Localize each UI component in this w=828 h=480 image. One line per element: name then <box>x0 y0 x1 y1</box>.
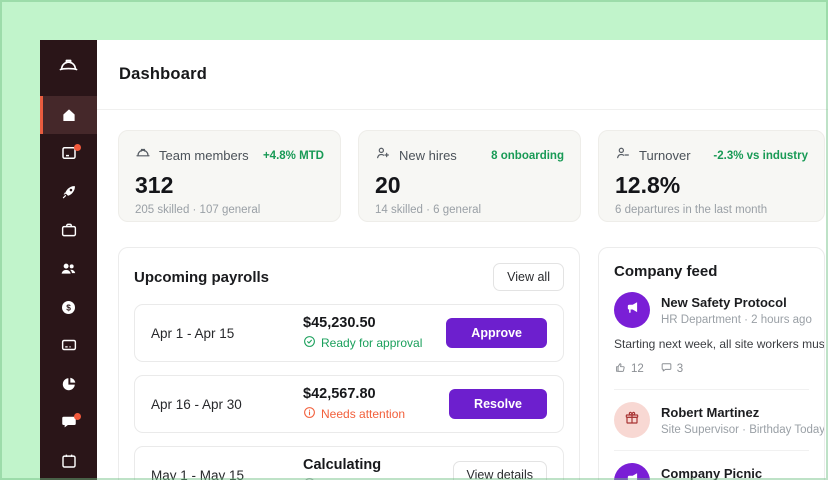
payroll-amount: $45,230.50 <box>303 315 446 331</box>
home-icon <box>60 106 78 124</box>
divider <box>614 389 809 390</box>
approve-button[interactable]: Approve <box>446 318 547 348</box>
payroll-period: Apr 1 - Apr 15 <box>151 326 303 341</box>
payrolls-title: Upcoming payrolls <box>134 269 269 286</box>
avatar <box>614 463 650 480</box>
sidebar-item-messages[interactable] <box>40 403 97 441</box>
sidebar-item-calendar[interactable] <box>40 442 97 480</box>
payroll-amount: $42,567.80 <box>303 386 449 402</box>
notification-dot <box>74 144 81 151</box>
stat-value: 312 <box>135 172 324 199</box>
stats-row: Team members +4.8% MTD 312 205 skilled ·… <box>118 130 828 222</box>
feed-item-meta: HR Department · 2 hours ago <box>661 314 812 326</box>
columns: Upcoming payrolls View all Apr 1 - Apr 1… <box>118 247 828 480</box>
avatar <box>614 292 650 328</box>
avatar <box>614 402 650 438</box>
stat-label: Team members <box>159 148 249 163</box>
gift-icon <box>624 410 640 431</box>
payroll-row: Apr 16 - Apr 30 $42,567.80 Needs attenti… <box>134 375 564 433</box>
thumbs-up-icon <box>614 361 627 377</box>
comment-icon <box>660 361 673 377</box>
sidebar-item-team[interactable] <box>40 249 97 287</box>
payroll-amount: Calculating <box>303 457 453 473</box>
alert-circle-icon <box>303 406 316 422</box>
sidebar-item-home[interactable] <box>40 96 97 134</box>
view-details-button[interactable]: View details <box>453 461 547 480</box>
like-button[interactable]: 12 <box>614 361 644 377</box>
divider <box>614 450 809 451</box>
app-logo[interactable] <box>40 40 97 96</box>
upcoming-payrolls-card: Upcoming payrolls View all Apr 1 - Apr 1… <box>118 247 580 480</box>
resolve-button[interactable]: Resolve <box>449 389 547 419</box>
page-header: Dashboard <box>97 40 828 110</box>
main-area: Dashboard Team members +4.8% MTD 312 205… <box>97 40 828 480</box>
app-window: $ Dashboard <box>40 40 828 480</box>
comment-button[interactable]: 3 <box>660 361 683 377</box>
feed-item[interactable]: Robert Martinez Site Supervisor · Birthd… <box>614 402 824 438</box>
sidebar-item-payroll[interactable]: $ <box>40 288 97 326</box>
stat-label: Turnover <box>639 148 691 163</box>
feed-item[interactable]: Company Picnic Events Committee · Next F… <box>614 463 824 480</box>
sidebar-item-reports[interactable] <box>40 365 97 403</box>
content: Team members +4.8% MTD 312 205 skilled ·… <box>97 110 828 480</box>
stat-sub: 6 departures in the last month <box>615 204 808 216</box>
briefcase-icon <box>60 221 78 239</box>
stat-badge: 8 onboarding <box>491 150 564 162</box>
stat-card-new-hires: New hires 8 onboarding 20 14 skilled · 6… <box>358 130 581 222</box>
stat-card-team-members: Team members +4.8% MTD 312 205 skilled ·… <box>118 130 341 222</box>
feed-item[interactable]: New Safety Protocol HR Department · 2 ho… <box>614 292 824 377</box>
users-icon <box>59 259 78 278</box>
check-circle-icon <box>303 335 316 351</box>
stat-sub: 14 skilled · 6 general <box>375 204 564 216</box>
stat-badge: -2.3% vs industry <box>713 150 808 162</box>
payroll-status: Ready for approval <box>303 335 446 351</box>
feed-item-body: Starting next week, all site workers mus… <box>614 337 824 351</box>
stat-sub: 205 skilled · 107 general <box>135 204 324 216</box>
view-all-button[interactable]: View all <box>493 263 564 291</box>
feed-item-title: Robert Martinez <box>661 402 825 420</box>
payroll-period: Apr 16 - Apr 30 <box>151 397 303 412</box>
dollar-coin-icon: $ <box>59 298 78 317</box>
stat-card-turnover: Turnover -2.3% vs industry 12.8% 6 depar… <box>598 130 825 222</box>
stat-label: New hires <box>399 148 457 163</box>
stat-value: 20 <box>375 172 564 199</box>
svg-text:$: $ <box>66 302 71 312</box>
user-minus-icon <box>615 145 631 166</box>
hard-hat-logo-icon <box>58 55 79 81</box>
rocket-icon <box>60 183 78 201</box>
payroll-status: Needs attention <box>303 406 449 422</box>
feed-item-title: Company Picnic <box>661 463 824 480</box>
user-plus-icon <box>375 145 391 166</box>
sidebar-item-launch[interactable] <box>40 173 97 211</box>
payroll-row: May 1 - May 15 Calculating In progress V… <box>134 446 564 480</box>
payroll-period: May 1 - May 15 <box>151 468 303 480</box>
feed-item-meta: Site Supervisor · Birthday Today <box>661 424 825 436</box>
sidebar-item-jobs[interactable] <box>40 211 97 249</box>
pie-chart-icon <box>60 375 78 393</box>
credit-card-icon <box>60 336 78 354</box>
megaphone-icon <box>624 299 641 321</box>
notification-dot <box>74 413 81 420</box>
page-title: Dashboard <box>119 65 207 84</box>
sidebar-item-cards[interactable] <box>40 326 97 364</box>
sidebar-item-projects[interactable] <box>40 134 97 172</box>
company-feed-card: Company feed New Safety Protocol HR Depa… <box>598 247 825 480</box>
stat-badge: +4.8% MTD <box>263 150 324 162</box>
feed-item-title: New Safety Protocol <box>661 292 812 310</box>
stat-value: 12.8% <box>615 172 808 199</box>
feed-title: Company feed <box>614 263 824 280</box>
hard-hat-icon <box>135 145 151 166</box>
payroll-row: Apr 1 - Apr 15 $45,230.50 Ready for appr… <box>134 304 564 362</box>
megaphone-icon <box>624 470 641 480</box>
sidebar: $ <box>40 40 97 480</box>
calendar-icon <box>60 452 78 470</box>
